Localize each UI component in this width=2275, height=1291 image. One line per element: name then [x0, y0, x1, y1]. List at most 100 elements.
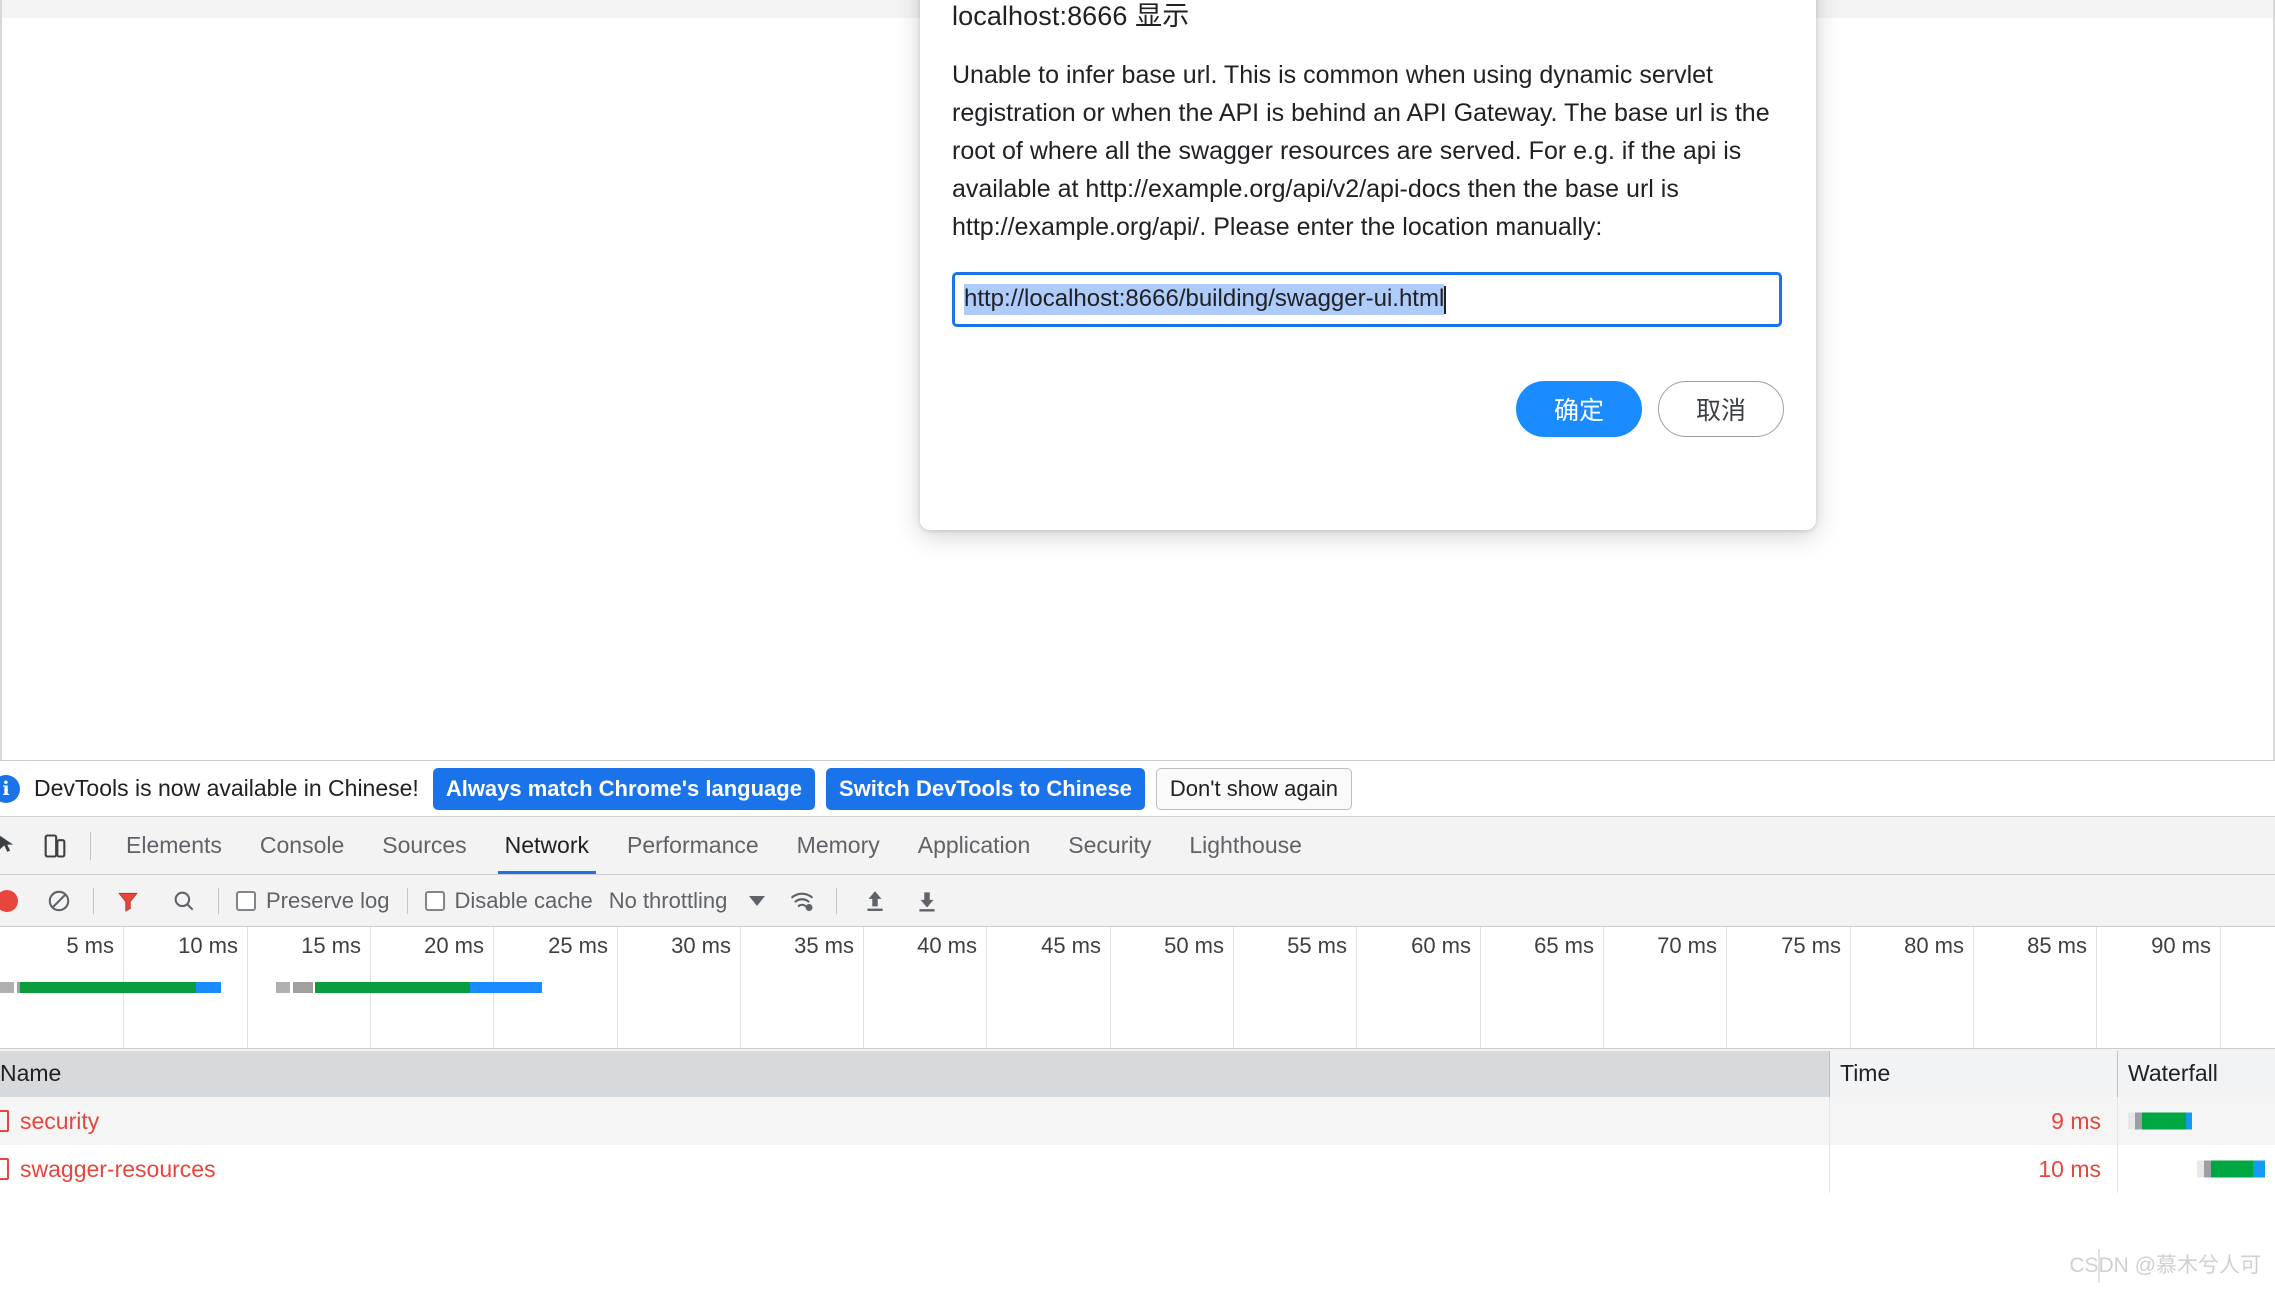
column-header-waterfall[interactable]: Waterfall	[2118, 1050, 2275, 1097]
timeline-gridline	[247, 927, 248, 1048]
table-row[interactable]: swagger-resources 10 ms	[0, 1145, 2275, 1193]
timeline-tick-label: 75 ms	[1781, 933, 1841, 958]
clear-icon[interactable]	[42, 884, 76, 918]
dialog-button-row: 确定 取消	[1516, 381, 1784, 437]
search-icon[interactable]	[167, 884, 201, 918]
chevron-down-icon[interactable]	[749, 895, 766, 906]
request-waterfall-cell	[2118, 1097, 2275, 1145]
network-conditions-icon[interactable]	[785, 884, 819, 918]
timeline-tick-label: 5 ms	[66, 933, 114, 958]
tab-console[interactable]: Console	[241, 817, 363, 874]
always-match-language-button[interactable]: Always match Chrome's language	[432, 767, 815, 810]
toolbar-divider-2	[218, 887, 219, 914]
timeline-gridline	[1480, 927, 1481, 1048]
timeline-tick-label: 60 ms	[1411, 933, 1471, 958]
tab-performance[interactable]: Performance	[608, 817, 778, 874]
waterfall-segment	[2128, 1112, 2135, 1130]
devtools-panel: i DevTools is now available in Chinese! …	[0, 760, 2275, 1291]
timeline-gridline	[863, 927, 864, 1048]
timeline-gridline	[1603, 927, 1604, 1048]
timeline-tick-label: 15 ms	[301, 933, 361, 958]
waterfall-segment	[2186, 1112, 2192, 1130]
toolbar-divider-1	[93, 887, 94, 914]
tab-security[interactable]: Security	[1049, 817, 1170, 874]
import-har-icon[interactable]	[858, 884, 892, 918]
disable-cache-label: Disable cache	[454, 887, 593, 913]
timeline-gridline	[2220, 927, 2221, 1048]
request-name: swagger-resources	[20, 1155, 216, 1182]
inspect-element-icon[interactable]	[0, 829, 26, 863]
overview-bar-segment	[293, 982, 313, 993]
network-requests-table: Name Time Waterfall security 9 ms swagge…	[0, 1050, 2275, 1291]
timeline-tick-label: 10 ms	[178, 933, 238, 958]
timeline-tick-label: 70 ms	[1657, 933, 1717, 958]
tab-memory[interactable]: Memory	[778, 817, 899, 874]
record-button[interactable]	[0, 889, 18, 912]
device-toolbar-icon[interactable]	[38, 829, 72, 863]
overview-request-bar	[0, 982, 221, 993]
confirm-button[interactable]: 确定	[1516, 381, 1642, 437]
dont-show-again-button[interactable]: Don't show again	[1155, 767, 1353, 810]
overview-bar-segment	[276, 982, 290, 993]
overview-bar-segment	[315, 982, 470, 993]
tab-application[interactable]: Application	[899, 817, 1050, 874]
tabstrip-divider	[90, 831, 91, 860]
request-name-cell: security	[0, 1097, 1830, 1145]
switch-devtools-language-button[interactable]: Switch DevTools to Chinese	[825, 767, 1145, 810]
request-waterfall-cell	[2118, 1145, 2275, 1193]
timeline-gridline	[986, 927, 987, 1048]
filter-icon[interactable]	[111, 884, 145, 918]
overview-bar-segment	[0, 982, 14, 993]
disable-cache-checkbox[interactable]: Disable cache	[424, 887, 593, 914]
tab-lighthouse[interactable]: Lighthouse	[1170, 817, 1321, 874]
throttling-select-value[interactable]: No throttling	[609, 888, 728, 914]
request-time: 9 ms	[1830, 1097, 2118, 1145]
timeline-gridline	[740, 927, 741, 1048]
export-har-icon[interactable]	[910, 884, 944, 918]
timeline-gridline	[1233, 927, 1234, 1048]
waterfall-segment	[2135, 1112, 2142, 1130]
watermark: CSDN @慕木兮人可	[2069, 1254, 2261, 1277]
preserve-log-label: Preserve log	[266, 887, 390, 913]
timeline-gridline	[2096, 927, 2097, 1048]
disable-cache-box	[424, 890, 445, 911]
info-icon: i	[0, 774, 20, 803]
timeline-gridline	[1973, 927, 1974, 1048]
url-input[interactable]: http://localhost:8666/building/swagger-u…	[952, 272, 1782, 327]
column-header-time[interactable]: Time	[1830, 1050, 2118, 1097]
cancel-button[interactable]: 取消	[1658, 381, 1784, 437]
language-notification-message: DevTools is now available in Chinese!	[34, 775, 419, 801]
overview-bar-segment	[470, 982, 542, 993]
text-caret	[1444, 285, 1447, 314]
network-toolbar: Preserve log Disable cache No throttling	[0, 875, 2275, 927]
preserve-log-checkbox[interactable]: Preserve log	[236, 888, 390, 914]
url-input-wrapper: http://localhost:8666/building/swagger-u…	[952, 272, 1784, 327]
tab-sources[interactable]: Sources	[363, 817, 485, 874]
tab-network[interactable]: Network	[486, 817, 608, 874]
timeline-gridline	[1110, 927, 1111, 1048]
toolbar-divider-3	[406, 887, 408, 914]
document-icon	[0, 1158, 9, 1180]
timeline-tick-label: 45 ms	[1041, 933, 1101, 958]
devtools-tabstrip: Elements Console Sources Network Perform…	[0, 817, 2275, 875]
waterfall-bar	[2128, 1112, 2192, 1130]
timeline-gridline	[1726, 927, 1727, 1048]
timeline-tick-label: 35 ms	[794, 933, 854, 958]
request-time: 10 ms	[1830, 1145, 2118, 1193]
timeline-tick-label: 65 ms	[1534, 933, 1594, 958]
timeline-tick-label: 30 ms	[671, 933, 731, 958]
timeline-tick-label: 90 ms	[2151, 933, 2211, 958]
waterfall-segment	[2197, 1160, 2204, 1178]
waterfall-segment	[2142, 1112, 2186, 1130]
table-row[interactable]: security 9 ms	[0, 1097, 2275, 1145]
javascript-prompt-dialog: localhost:8666 显示 Unable to infer base u…	[920, 0, 1816, 530]
timeline-tick-label: 25 ms	[548, 933, 608, 958]
column-header-name[interactable]: Name	[0, 1050, 1830, 1097]
overview-request-bar	[276, 982, 542, 993]
tab-elements[interactable]: Elements	[107, 817, 241, 874]
timeline-gridline	[1356, 927, 1357, 1048]
network-overview-timeline[interactable]: 5 ms 10 ms 15 ms 20 ms 25 ms 30 ms 35 ms 40 ms 4…	[0, 927, 2275, 1049]
page-left-border	[0, 0, 2, 760]
document-icon	[0, 1110, 9, 1132]
preserve-log-box	[236, 890, 256, 911]
